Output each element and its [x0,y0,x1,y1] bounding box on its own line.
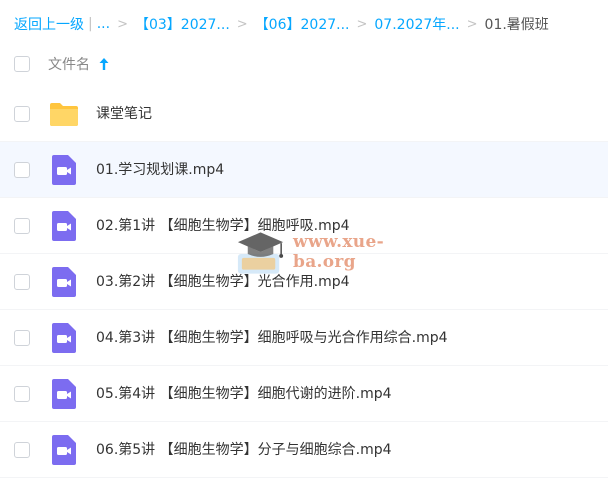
row-checkbox[interactable] [14,162,30,178]
back-link[interactable]: 返回上一级 [14,14,84,34]
folder-row[interactable]: 课堂笔记 [0,86,608,142]
graduation-cap-logo-icon [237,232,284,274]
video-file-icon [48,154,80,186]
file-name[interactable]: 课堂笔记 [96,104,152,124]
watermark: www.xue-ba.org [234,228,444,276]
video-file-icon [48,210,80,242]
breadcrumb-ellipsis[interactable]: ... [97,16,110,32]
video-file-icon [48,434,80,466]
row-checkbox[interactable] [14,386,30,402]
row-checkbox[interactable] [14,106,30,122]
file-name[interactable]: 05.第4讲 【细胞生物学】细胞代谢的进阶.mp4 [96,384,392,404]
chevron-right-icon: > [236,16,248,32]
video-file-icon [48,322,80,354]
select-all-checkbox[interactable] [14,56,30,72]
file-name[interactable]: 06.第5讲 【细胞生物学】分子与细胞综合.mp4 [96,440,392,460]
chevron-right-icon: > [466,16,478,32]
chevron-right-icon: > [356,16,368,32]
column-header-filename[interactable]: 文件名 [48,54,90,74]
breadcrumb-item-3[interactable]: 07.2027年... [374,14,459,34]
breadcrumb-item-2[interactable]: 【06】2027... [255,14,350,34]
video-file-icon [48,378,80,410]
watermark-text: www.xue-ba.org [293,232,384,272]
file-list: 课堂笔记 01.学习规划课.mp4 02.第1讲 【细胞生物学】细胞呼吸.mp4 03… [0,86,608,478]
sort-up-arrow-icon[interactable] [98,56,110,72]
breadcrumb: 返回上一级 | ... > 【03】2027... > 【06】2027... … [14,14,549,34]
row-checkbox[interactable] [14,330,30,346]
video-file-icon [48,266,80,298]
file-row[interactable]: 01.学习规划课.mp4 [0,142,608,198]
row-checkbox[interactable] [14,274,30,290]
row-checkbox[interactable] [14,218,30,234]
list-header: 文件名 [0,48,608,80]
breadcrumb-item-1[interactable]: 【03】2027... [135,14,230,34]
file-row[interactable]: 04.第3讲 【细胞生物学】细胞呼吸与光合作用综合.mp4 [0,310,608,366]
file-row[interactable]: 06.第5讲 【细胞生物学】分子与细胞综合.mp4 [0,422,608,478]
breadcrumb-current: 01.暑假班 [484,17,549,33]
file-row[interactable]: 05.第4讲 【细胞生物学】细胞代谢的进阶.mp4 [0,366,608,422]
row-checkbox[interactable] [14,442,30,458]
chevron-right-icon: > [117,16,128,32]
folder-icon [48,98,80,130]
file-name[interactable]: 01.学习规划课.mp4 [96,160,224,180]
breadcrumb-divider: | [88,16,93,32]
file-name[interactable]: 04.第3讲 【细胞生物学】细胞呼吸与光合作用综合.mp4 [96,328,448,348]
